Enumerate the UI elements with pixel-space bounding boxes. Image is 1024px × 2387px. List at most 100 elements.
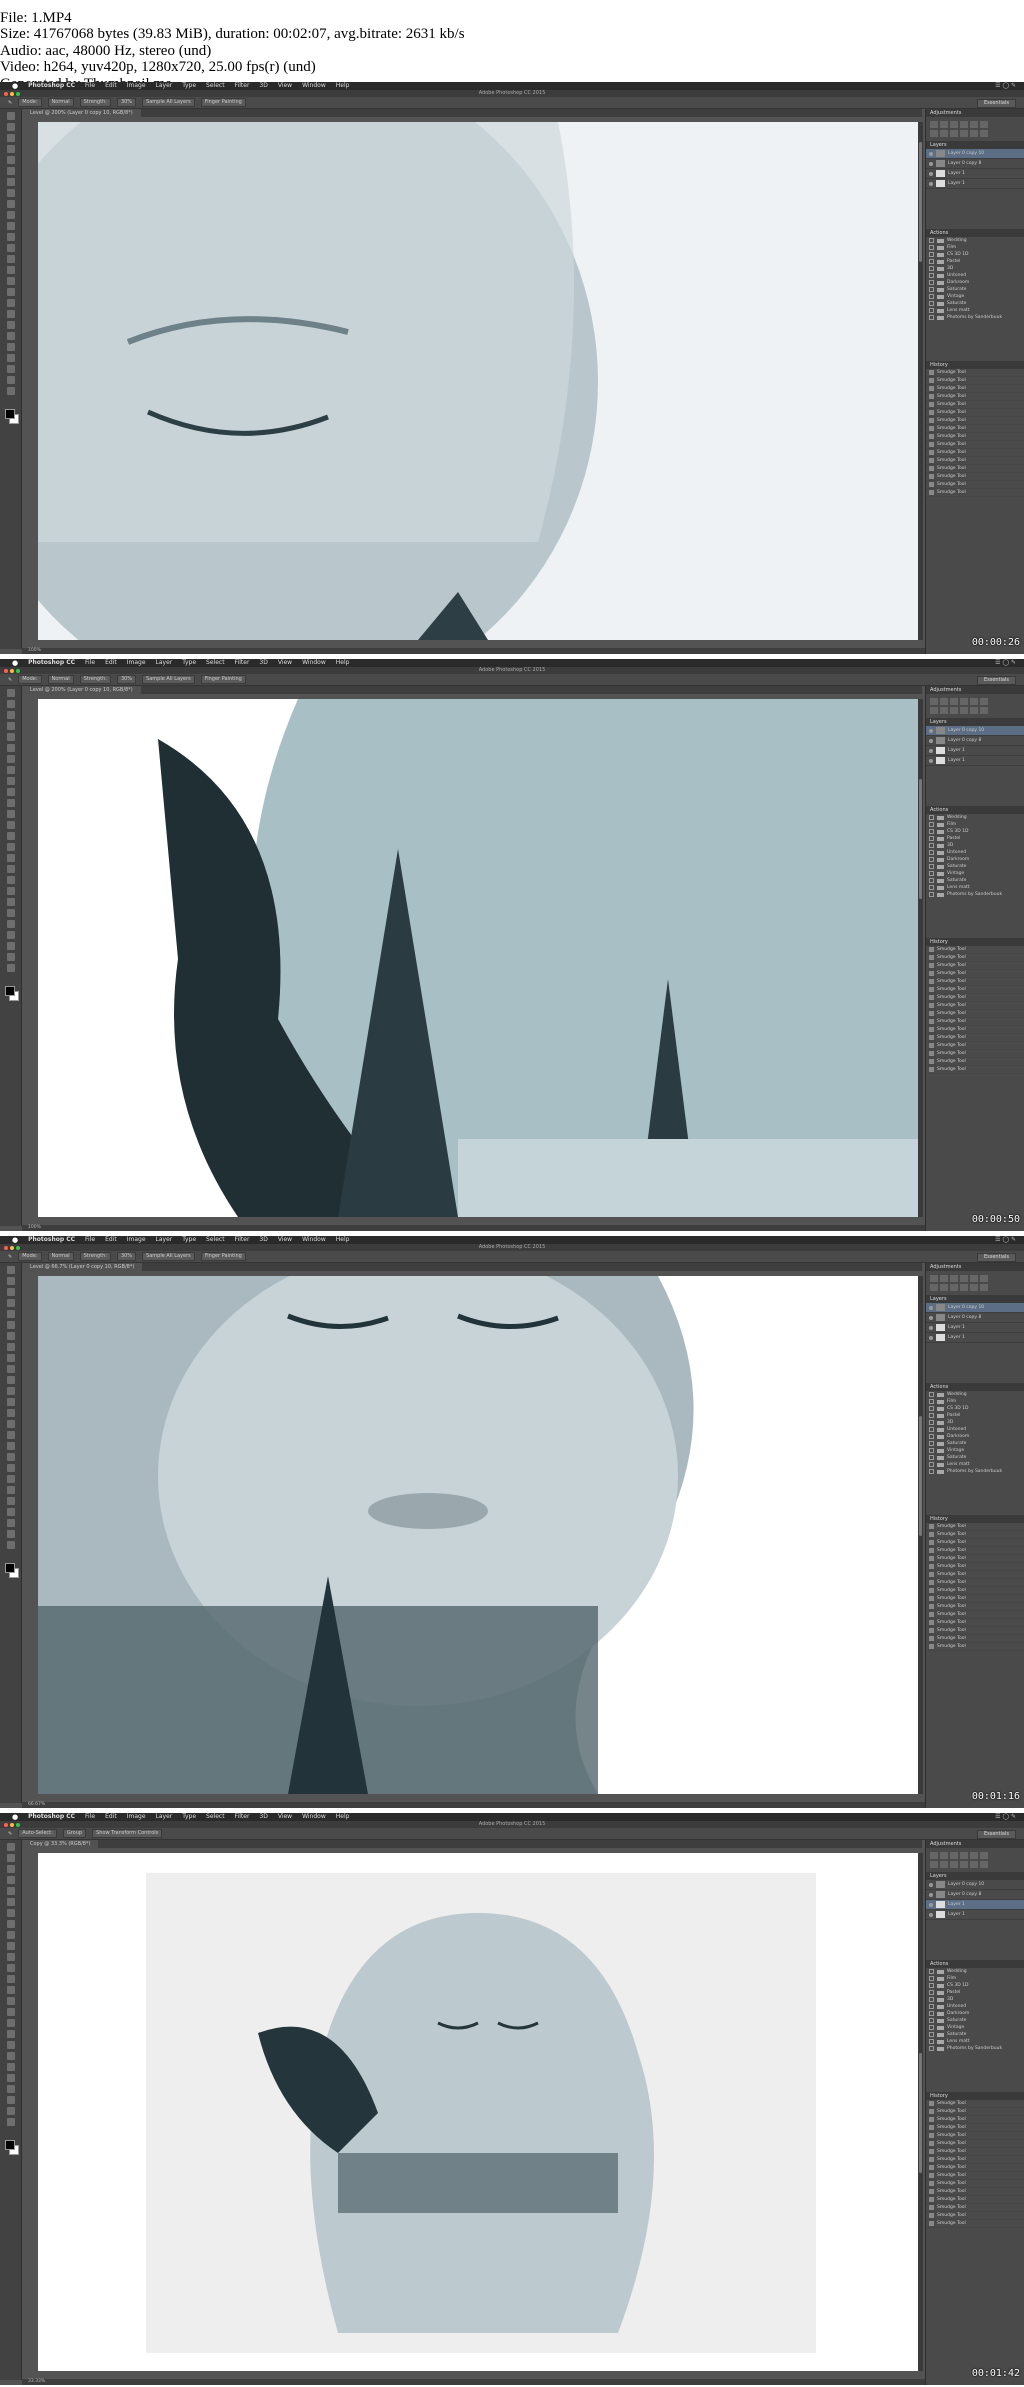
menu-layer[interactable]: Layer xyxy=(156,1236,173,1244)
adjustment-icon[interactable] xyxy=(950,1284,958,1291)
layer-row[interactable]: Layer 0 copy 8 xyxy=(926,736,1024,746)
action-set[interactable]: CS 3D 1D xyxy=(926,1982,1024,1989)
tool-option[interactable]: 30% xyxy=(116,1252,137,1261)
tool-icon[interactable] xyxy=(6,365,15,373)
adjustment-icon[interactable] xyxy=(980,1275,988,1282)
check-icon[interactable] xyxy=(929,843,934,848)
foreground-color-swatch[interactable] xyxy=(5,2140,15,2150)
check-icon[interactable] xyxy=(929,1427,934,1432)
history-state[interactable]: Smudge Tool xyxy=(926,2124,1024,2132)
layers-panel-header[interactable]: Layers xyxy=(926,1295,1024,1303)
tool-preset-icon[interactable]: ✎ xyxy=(8,677,12,683)
tool-icon[interactable] xyxy=(6,920,15,928)
check-icon[interactable] xyxy=(929,871,934,876)
vertical-scrollbar[interactable] xyxy=(918,699,923,1217)
tool-option[interactable]: Sample All Layers xyxy=(142,98,195,107)
action-set[interactable]: Film xyxy=(926,1975,1024,1982)
action-set[interactable]: CS 3D 1D xyxy=(926,828,1024,835)
menu-photoshop-cc[interactable]: Photoshop CC xyxy=(28,1236,75,1244)
menu-edit[interactable]: Edit xyxy=(105,1813,117,1821)
tool-icon[interactable] xyxy=(6,942,15,950)
foreground-color-swatch[interactable] xyxy=(5,1563,15,1573)
tool-icon[interactable] xyxy=(6,1321,15,1329)
history-state[interactable]: Smudge Tool xyxy=(926,2180,1024,2188)
tool-icon[interactable] xyxy=(6,2063,15,2071)
action-set[interactable]: Pastel xyxy=(926,258,1024,265)
tool-option[interactable]: Mode: xyxy=(18,675,42,684)
menu-file[interactable]: File xyxy=(85,1813,95,1821)
menu-filter[interactable]: Filter xyxy=(235,659,250,667)
eye-icon[interactable] xyxy=(929,151,933,156)
adjustment-icon[interactable] xyxy=(930,1852,938,1859)
tool-icon[interactable] xyxy=(6,1986,15,1994)
document-tab[interactable]: Level @ 66.7% (Layer 0 copy 10, RGB/8*) xyxy=(22,1263,143,1271)
history-state[interactable]: Smudge Tool xyxy=(926,2212,1024,2220)
menu-edit[interactable]: Edit xyxy=(105,659,117,667)
action-set[interactable]: Vintage xyxy=(926,293,1024,300)
adjustment-icon[interactable] xyxy=(980,1861,988,1868)
zoom-icon[interactable] xyxy=(16,669,20,673)
zoom-level[interactable]: 100% xyxy=(28,648,41,653)
tool-icon[interactable] xyxy=(6,1310,15,1318)
adjustment-icon[interactable] xyxy=(940,130,948,137)
adjustment-icon[interactable] xyxy=(930,1284,938,1291)
action-set[interactable]: Photoms by Sanderbuuk xyxy=(926,2045,1024,2052)
check-icon[interactable] xyxy=(929,252,934,257)
history-state[interactable]: Smudge Tool xyxy=(926,2108,1024,2116)
history-state[interactable]: Smudge Tool xyxy=(926,1563,1024,1571)
tool-icon[interactable] xyxy=(6,1519,15,1527)
tool-option[interactable]: Finger Painting xyxy=(200,675,246,684)
tool-icon[interactable] xyxy=(6,1376,15,1384)
adjustments-panel-header[interactable]: Adjustments xyxy=(926,109,1024,117)
zoom-icon[interactable] xyxy=(16,1246,20,1250)
tool-preset-icon[interactable]: ✎ xyxy=(8,1831,12,1837)
action-set[interactable]: Saturate xyxy=(926,1454,1024,1461)
check-icon[interactable] xyxy=(929,850,934,855)
workspace-switcher[interactable]: Essentials xyxy=(976,1253,1016,1262)
tool-icon[interactable] xyxy=(6,1931,15,1939)
menu-filter[interactable]: Filter xyxy=(235,1236,250,1244)
history-state[interactable]: Smudge Tool xyxy=(926,1627,1024,1635)
action-set[interactable]: 3D xyxy=(926,1996,1024,2003)
tool-icon[interactable] xyxy=(6,178,15,186)
layer-row[interactable]: Layer 1 xyxy=(926,179,1024,189)
action-set[interactable]: Saturate xyxy=(926,2017,1024,2024)
adjustment-icon[interactable] xyxy=(930,121,938,128)
adjustment-icon[interactable] xyxy=(980,698,988,705)
tool-icon[interactable] xyxy=(6,865,15,873)
tool-icon[interactable] xyxy=(6,1942,15,1950)
action-set[interactable]: Lens matt xyxy=(926,1461,1024,1468)
action-set[interactable]: Film xyxy=(926,244,1024,251)
tool-preset-icon[interactable]: ✎ xyxy=(8,1254,12,1260)
tool-icon[interactable] xyxy=(6,123,15,131)
check-icon[interactable] xyxy=(929,1969,934,1974)
history-state[interactable]: Smudge Tool xyxy=(926,1026,1024,1034)
history-state[interactable]: Smudge Tool xyxy=(926,1579,1024,1587)
action-set[interactable]: Pastel xyxy=(926,1412,1024,1419)
check-icon[interactable] xyxy=(929,829,934,834)
tool-icon[interactable] xyxy=(6,200,15,208)
action-set[interactable]: 3D xyxy=(926,265,1024,272)
history-state[interactable]: Smudge Tool xyxy=(926,2220,1024,2228)
tool-icon[interactable] xyxy=(6,898,15,906)
history-panel-header[interactable]: History xyxy=(926,361,1024,369)
history-state[interactable]: Smudge Tool xyxy=(926,2100,1024,2108)
history-state[interactable]: Smudge Tool xyxy=(926,1595,1024,1603)
tool-icon[interactable] xyxy=(6,156,15,164)
menu-window[interactable]: Window xyxy=(302,659,326,667)
check-icon[interactable] xyxy=(929,1448,934,1453)
tool-icon[interactable] xyxy=(6,1953,15,1961)
layer-row[interactable]: Layer 0 copy 8 xyxy=(926,1313,1024,1323)
tool-icon[interactable] xyxy=(6,222,15,230)
tool-icon[interactable] xyxy=(6,1854,15,1862)
history-state[interactable]: Smudge Tool xyxy=(926,986,1024,994)
tool-icon[interactable] xyxy=(6,1475,15,1483)
action-set[interactable]: Saturate xyxy=(926,2031,1024,2038)
scroll-thumb[interactable] xyxy=(919,1416,922,1536)
eye-icon[interactable] xyxy=(929,1912,933,1917)
history-state[interactable]: Smudge Tool xyxy=(926,954,1024,962)
adjustment-icon[interactable] xyxy=(970,1284,978,1291)
tool-option[interactable]: Sample All Layers xyxy=(142,1252,195,1261)
action-set[interactable]: Saturate xyxy=(926,300,1024,307)
action-set[interactable]: Wedding xyxy=(926,814,1024,821)
